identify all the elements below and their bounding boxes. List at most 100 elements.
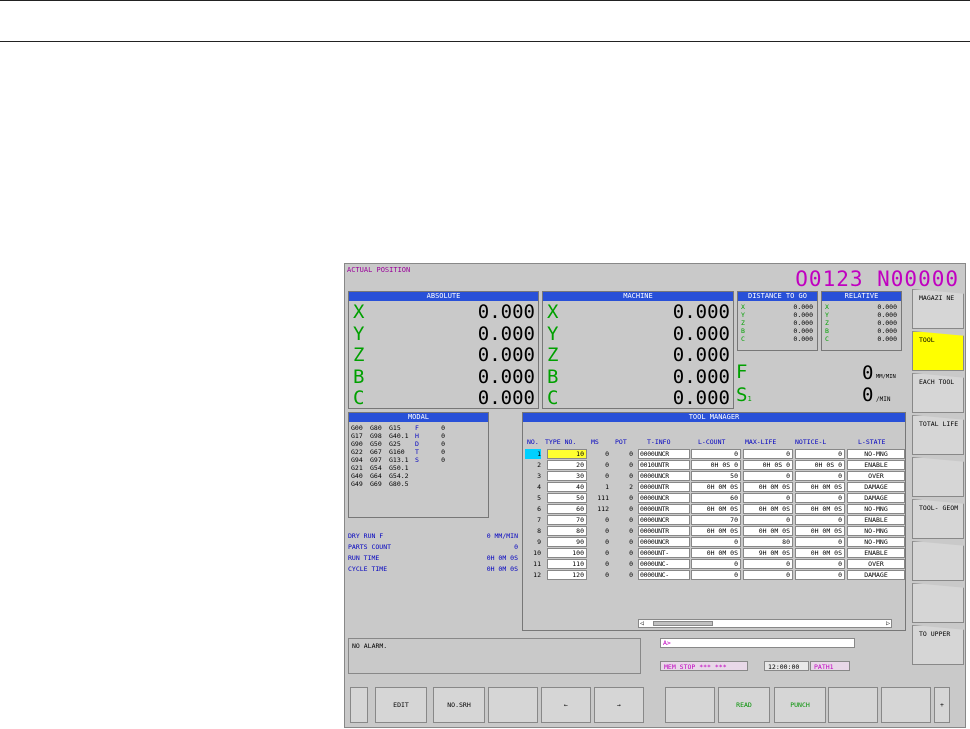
tool-cell-maxlife[interactable]: 0H 0M 0S bbox=[743, 482, 793, 492]
tool-table-row[interactable]: 9 90 0 0 0000UNCR 0 80 0 NO-MNG bbox=[525, 537, 907, 547]
tool-cell-notice[interactable]: 0 bbox=[795, 493, 845, 503]
tool-cell-maxlife[interactable]: 0 bbox=[743, 515, 793, 525]
tool-cell-notice[interactable]: 0 bbox=[795, 449, 845, 459]
softkey-blank[interactable] bbox=[912, 457, 964, 497]
softkey-each-tool[interactable]: EACH TOOL bbox=[912, 373, 964, 413]
softkey-tool[interactable]: TOOL bbox=[912, 331, 964, 371]
tool-cell-tinfo[interactable]: 0000UNTR bbox=[638, 482, 690, 492]
tool-table-row[interactable]: 11 110 0 0 0000UNC- 0 0 0 OVER bbox=[525, 559, 907, 569]
tool-cell-type[interactable]: 100 bbox=[547, 548, 587, 558]
softkey-to-upper[interactable]: TO UPPER bbox=[912, 625, 964, 665]
tool-cell-notice[interactable]: 0 bbox=[795, 559, 845, 569]
softkey-total-life[interactable]: TOTAL LIFE bbox=[912, 415, 964, 455]
tool-cell-type[interactable]: 120 bbox=[547, 570, 587, 580]
tool-cell-maxlife[interactable]: 0H 0S 0 bbox=[743, 460, 793, 470]
tool-table-row[interactable]: 12 120 0 0 0000UNC- 0 0 0 DAMAGE bbox=[525, 570, 907, 580]
key-input-line[interactable]: A> bbox=[660, 638, 855, 648]
softkey-blank[interactable] bbox=[912, 583, 964, 623]
tool-table-row[interactable]: 7 70 0 0 0000UNCR 70 0 0 ENABLE bbox=[525, 515, 907, 525]
tool-cell-state[interactable]: DAMAGE bbox=[847, 482, 905, 492]
tool-cell-type[interactable]: 10 bbox=[547, 449, 587, 459]
tool-cell-tinfo[interactable]: 0000UNC- bbox=[638, 559, 690, 569]
tool-cell-lcount[interactable]: 0 bbox=[691, 559, 741, 569]
tool-cell-state[interactable]: DAMAGE bbox=[847, 493, 905, 503]
bottom-key-blank[interactable] bbox=[488, 687, 538, 723]
tool-cell-tinfo[interactable]: 0000UNT- bbox=[638, 548, 690, 558]
bottom-key-left[interactable]: ← bbox=[541, 687, 591, 723]
tool-cell-state[interactable]: NO-MNG bbox=[847, 537, 905, 547]
tool-cell-lcount[interactable]: 0H 0M 0S bbox=[691, 526, 741, 536]
tool-cell-maxlife[interactable]: 9H 0M 0S bbox=[743, 548, 793, 558]
tool-cell-lcount[interactable]: 0 bbox=[691, 570, 741, 580]
tool-cell-type[interactable]: 110 bbox=[547, 559, 587, 569]
tool-cell-tinfo[interactable]: 0000UNCR bbox=[638, 493, 690, 503]
scroll-left-arrow[interactable]: ◁ bbox=[640, 619, 644, 627]
tool-table-row[interactable]: 8 80 0 0 0000UNTR 0H 0M 0S 0H 0M 0S 0H 0M 0S NO-… bbox=[525, 526, 907, 536]
tool-cell-type[interactable]: 60 bbox=[547, 504, 587, 514]
tool-cell-maxlife[interactable]: 0 bbox=[743, 493, 793, 503]
bottom-key-blank[interactable] bbox=[828, 687, 878, 723]
tool-table-row[interactable]: 4 40 1 2 0000UNTR 0H 0M 0S 0H 0M 0S 0H 0M 0S DAM… bbox=[525, 482, 907, 492]
tool-table-row[interactable]: 2 20 0 0 0010UNTR 0H 0S 0 0H 0S 0 0H 0S 0 ENABLE bbox=[525, 460, 907, 470]
tool-cell-notice[interactable]: 0H 0M 0S bbox=[795, 504, 845, 514]
tool-cell-type[interactable]: 30 bbox=[547, 471, 587, 481]
tool-cell-lcount[interactable]: 70 bbox=[691, 515, 741, 525]
tool-cell-tinfo[interactable]: 0000UNCR bbox=[638, 537, 690, 547]
tool-cell-state[interactable]: NO-MNG bbox=[847, 449, 905, 459]
tool-cell-tinfo[interactable]: 0000UNTR bbox=[638, 504, 690, 514]
tool-cell-lcount[interactable]: 0H 0M 0S bbox=[691, 482, 741, 492]
tool-cell-state[interactable]: ENABLE bbox=[847, 460, 905, 470]
tool-cell-lcount[interactable]: 60 bbox=[691, 493, 741, 503]
tool-cell-maxlife[interactable]: 0 bbox=[743, 471, 793, 481]
softkey-magazi-ne[interactable]: MAGAZI NE bbox=[912, 289, 964, 329]
tool-cell-state[interactable]: OVER bbox=[847, 559, 905, 569]
tool-cell-tinfo[interactable]: 0000UNC- bbox=[638, 570, 690, 580]
tool-cell-lcount[interactable]: 0H 0M 0S bbox=[691, 504, 741, 514]
tool-cell-maxlife[interactable]: 0 bbox=[743, 559, 793, 569]
tool-cell-maxlife[interactable]: 0 bbox=[743, 570, 793, 580]
tool-cell-state[interactable]: NO-MNG bbox=[847, 504, 905, 514]
bottom-key-right[interactable]: → bbox=[594, 687, 644, 723]
tool-cell-state[interactable]: OVER bbox=[847, 471, 905, 481]
tool-cell-type[interactable]: 50 bbox=[547, 493, 587, 503]
tool-cell-lcount[interactable]: 0 bbox=[691, 537, 741, 547]
bottom-key-blank[interactable] bbox=[350, 687, 368, 723]
tool-cell-type[interactable]: 90 bbox=[547, 537, 587, 547]
tool-table-row[interactable]: 3 30 0 0 0000UNCR 50 0 0 OVER bbox=[525, 471, 907, 481]
tool-cell-type[interactable]: 40 bbox=[547, 482, 587, 492]
tool-cell-tinfo[interactable]: 0000UNCR bbox=[638, 449, 690, 459]
tool-cell-type[interactable]: 70 bbox=[547, 515, 587, 525]
tool-cell-lcount[interactable]: 50 bbox=[691, 471, 741, 481]
bottom-key-edit[interactable]: EDIT bbox=[375, 687, 427, 723]
tool-cell-maxlife[interactable]: 0 bbox=[743, 449, 793, 459]
tool-table-row[interactable]: 10 100 0 0 0000UNT- 0H 0M 0S 9H 0M 0S 0H 0M 0S E… bbox=[525, 548, 907, 558]
bottom-key-plus[interactable]: + bbox=[934, 687, 950, 723]
tool-cell-notice[interactable]: 0 bbox=[795, 515, 845, 525]
tool-table-row[interactable]: 5 50 111 0 0000UNCR 60 0 0 DAMAGE bbox=[525, 493, 907, 503]
softkey-tool-geom[interactable]: TOOL- GEOM bbox=[912, 499, 964, 539]
tool-cell-lcount[interactable]: 0 bbox=[691, 449, 741, 459]
tool-cell-maxlife[interactable]: 0H 0M 0S bbox=[743, 526, 793, 536]
bottom-key-nosrh[interactable]: NO.SRH bbox=[433, 687, 485, 723]
tool-cell-maxlife[interactable]: 80 bbox=[743, 537, 793, 547]
tool-cell-state[interactable]: DAMAGE bbox=[847, 570, 905, 580]
tool-table-row[interactable]: 6 60 112 0 0000UNTR 0H 0M 0S 0H 0M 0S 0H 0M 0S N… bbox=[525, 504, 907, 514]
scroll-right-arrow[interactable]: ▷ bbox=[886, 619, 890, 627]
tool-cell-notice[interactable]: 0 bbox=[795, 570, 845, 580]
tool-cell-notice[interactable]: 0H 0M 0S bbox=[795, 526, 845, 536]
softkey-blank[interactable] bbox=[912, 541, 964, 581]
tool-cell-notice[interactable]: 0 bbox=[795, 537, 845, 547]
tool-cell-lcount[interactable]: 0H 0M 0S bbox=[691, 548, 741, 558]
tool-cell-tinfo[interactable]: 0000UNTR bbox=[638, 526, 690, 536]
scroll-thumb[interactable] bbox=[653, 621, 713, 626]
bottom-key-read[interactable]: READ bbox=[718, 687, 770, 723]
tool-cell-notice[interactable]: 0H 0M 0S bbox=[795, 548, 845, 558]
tool-cell-tinfo[interactable]: 0000UNCR bbox=[638, 471, 690, 481]
bottom-key-blank[interactable] bbox=[665, 687, 715, 723]
horizontal-scrollbar[interactable]: ◁ ▷ bbox=[638, 619, 892, 628]
tool-cell-notice[interactable]: 0 bbox=[795, 471, 845, 481]
tool-cell-tinfo[interactable]: 0000UNCR bbox=[638, 515, 690, 525]
tool-cell-state[interactable]: ENABLE bbox=[847, 515, 905, 525]
tool-cell-maxlife[interactable]: 0H 0M 0S bbox=[743, 504, 793, 514]
tool-cell-tinfo[interactable]: 0010UNTR bbox=[638, 460, 690, 470]
